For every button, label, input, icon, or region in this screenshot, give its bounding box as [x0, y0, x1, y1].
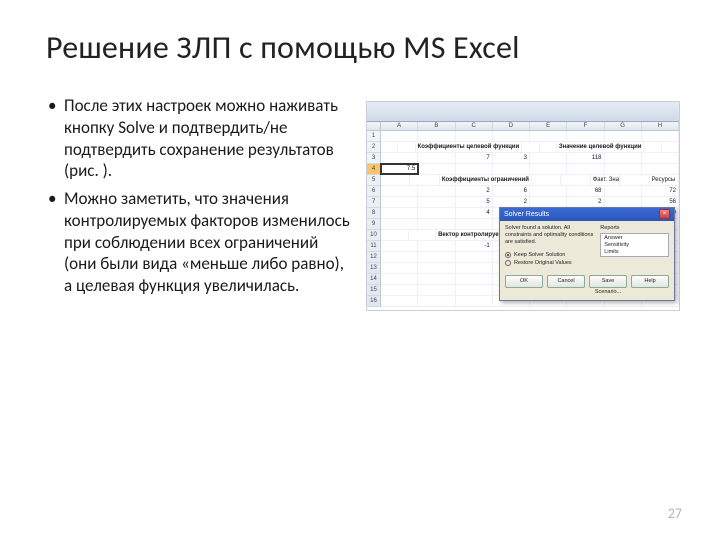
page-title: Решение ЗЛП с помощью MS Excel: [46, 28, 680, 67]
col-g: G: [605, 122, 642, 130]
bullet-list: После этих настроек можно наживать кнопк…: [46, 95, 352, 297]
reports-listbox[interactable]: Answer Sensitivity Limits: [600, 233, 669, 257]
dialog-titlebar: Solver Results ×: [500, 208, 674, 221]
save-scenario-button[interactable]: Save Scenario...: [589, 275, 627, 288]
bullet-item: Можно заметить, что значения контролируе…: [46, 188, 352, 297]
col-d: D: [493, 122, 530, 130]
row-numbers: 1 2 3 4 5 6 7 8 9 10 11 12 13 14: [367, 131, 381, 307]
dialog-message: Solver found a solution. All constraints…: [505, 225, 594, 246]
excel-screenshot: A B C D E F G H 1 2 3 4 5 6: [366, 101, 680, 311]
selected-cell[interactable]: 7.5: [381, 164, 418, 174]
col-e: E: [530, 122, 567, 130]
radio-label: Restore Original Values: [514, 260, 572, 266]
radio-restore-values[interactable]: Restore Original Values: [505, 260, 594, 266]
dialog-title-text: Solver Results: [504, 209, 549, 220]
col-h: H: [642, 122, 679, 130]
col-a: A: [381, 122, 418, 130]
help-button[interactable]: Help: [631, 275, 669, 288]
text-column: После этих настроек можно наживать кнопк…: [46, 95, 352, 311]
cancel-button[interactable]: Cancel: [547, 275, 585, 288]
col-f: F: [567, 122, 604, 130]
column-headers: A B C D E F G H: [367, 122, 679, 131]
radio-keep-solution[interactable]: Keep Solver Solution: [505, 252, 594, 258]
list-item[interactable]: Limits: [604, 249, 665, 256]
solver-results-dialog: Solver Results × Solver found a solution…: [499, 207, 675, 301]
page-number: 27: [668, 505, 682, 522]
content-row: После этих настроек можно наживать кнопк…: [46, 95, 680, 311]
excel-ribbon: [367, 102, 679, 122]
radio-label: Keep Solver Solution: [514, 252, 565, 258]
close-icon[interactable]: ×: [659, 209, 670, 219]
reports-label: Reports: [600, 225, 669, 231]
bullet-item: После этих настроек можно наживать кнопк…: [46, 95, 352, 182]
radio-icon: [505, 252, 511, 258]
col-c: C: [456, 122, 493, 130]
ok-button[interactable]: OK: [505, 275, 543, 288]
radio-icon: [505, 260, 511, 266]
dialog-buttons: OK Cancel Save Scenario... Help: [505, 275, 669, 288]
list-item[interactable]: Sensitivity: [604, 242, 665, 249]
slide: Решение ЗЛП с помощью MS Excel После эти…: [0, 0, 720, 540]
dialog-body: Solver found a solution. All constraints…: [500, 221, 674, 292]
col-b: B: [418, 122, 455, 130]
list-item[interactable]: Answer: [604, 235, 665, 242]
figure-column: A B C D E F G H 1 2 3 4 5 6: [366, 95, 680, 311]
